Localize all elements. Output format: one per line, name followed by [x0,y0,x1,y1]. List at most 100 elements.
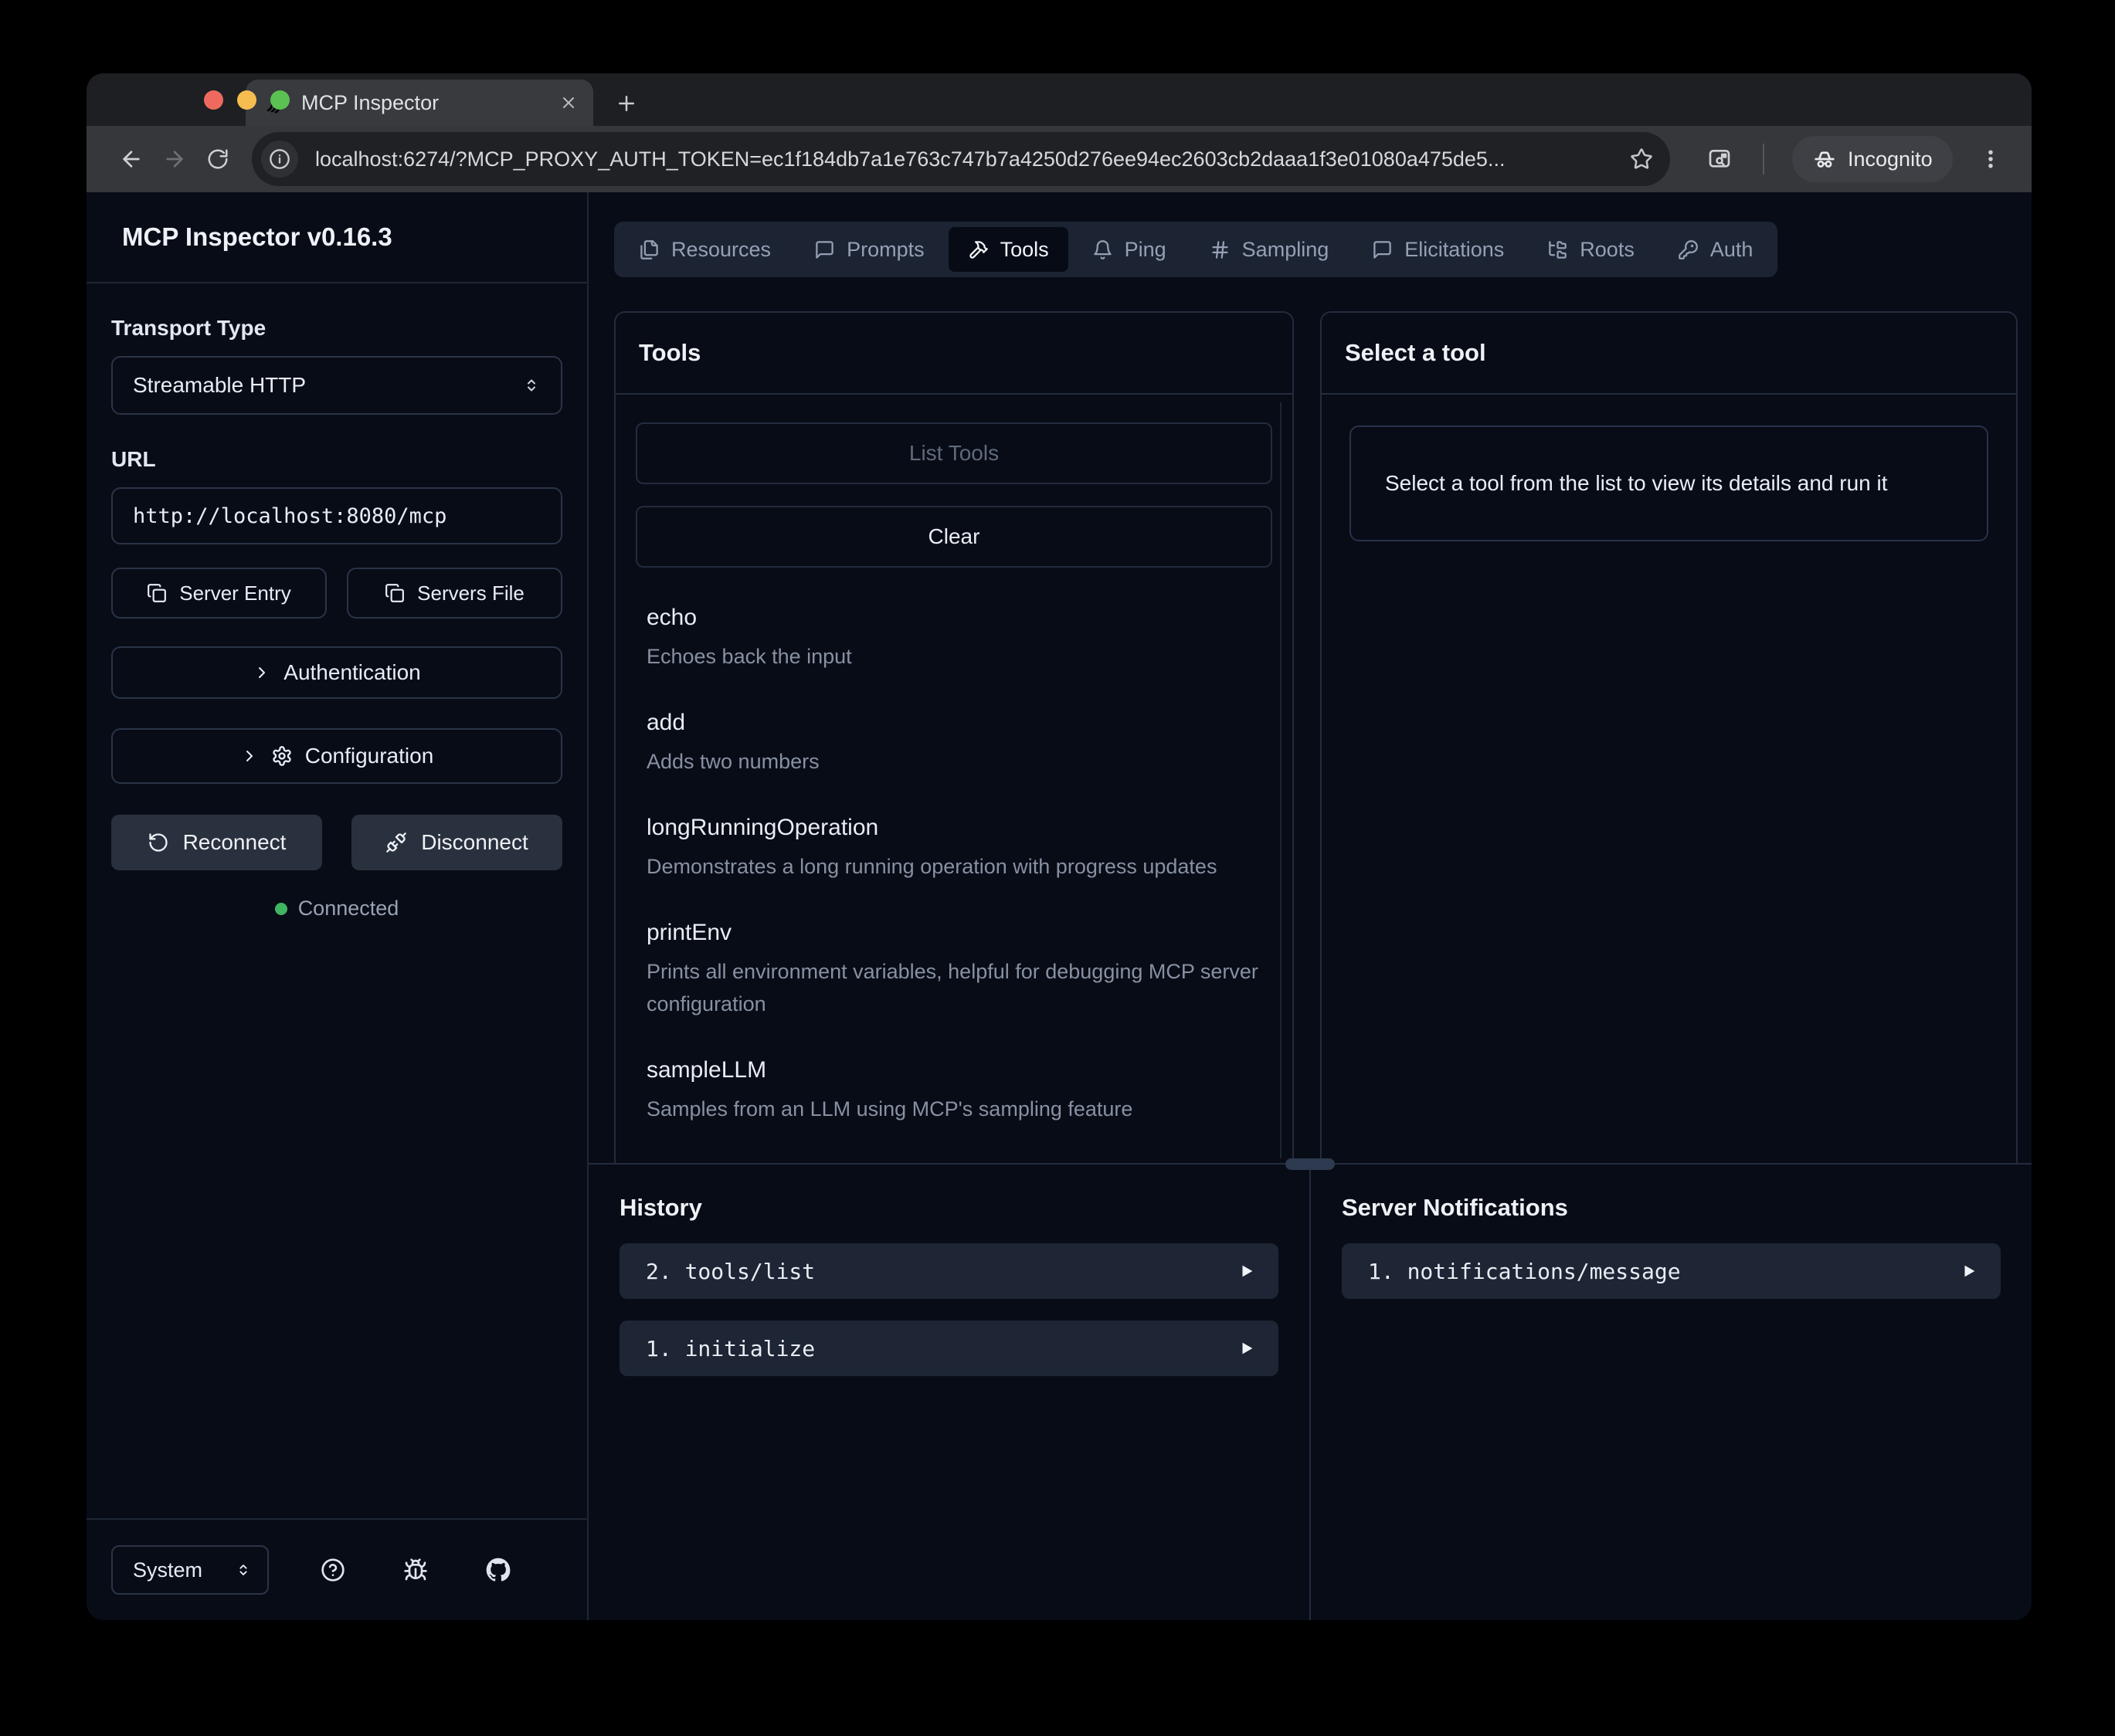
server-notifications-title: Server Notifications [1342,1194,2001,1222]
server-entry-button[interactable]: Server Entry [111,568,327,619]
main-area: Resources Prompts Tools [589,192,2032,1620]
resize-handle[interactable] [1285,1158,1335,1170]
tab-roots[interactable]: Roots [1528,227,1654,272]
history-item[interactable]: 1. initialize [620,1321,1278,1376]
tool-list-item[interactable]: longRunningOperation Demonstrates a long… [636,815,1272,883]
list-tools-button[interactable]: List Tools [636,422,1272,484]
select-tool-header: Select a tool [1322,313,2016,395]
tab-label: Prompts [847,238,925,262]
clear-button[interactable]: Clear [636,506,1272,568]
tools-panel-title: Tools [639,339,701,366]
new-tab-button[interactable] [615,92,638,115]
incognito-icon [1812,147,1837,171]
expand-play-icon[interactable] [1961,1263,1978,1280]
chevron-up-down-icon [522,376,541,395]
help-icon[interactable] [321,1558,345,1582]
key-icon [1678,239,1699,260]
history-panel: History 2. tools/list 1. initialize [589,1165,1309,1620]
forward-button[interactable] [153,137,196,181]
tab-elicitations[interactable]: Elicitations [1353,227,1523,272]
window-controls [204,73,290,126]
connection-status: Connected [111,897,562,921]
side-search-icon[interactable] [1707,147,1732,171]
configuration-label: Configuration [305,744,434,768]
select-tool-panel: Select a tool Select a tool from the lis… [1320,311,2018,1163]
hash-icon [1210,239,1231,260]
expand-play-icon[interactable] [1238,1263,1255,1280]
feature-tabs: Resources Prompts Tools [614,222,1777,277]
authentication-expander[interactable]: Authentication [111,646,562,699]
github-icon[interactable] [486,1558,511,1582]
url-text[interactable]: localhost:6274/?MCP_PROXY_AUTH_TOKEN=ec1… [315,147,1616,171]
close-window-button[interactable] [204,90,223,110]
bottom-section: History 2. tools/list 1. initialize [589,1163,2032,1620]
back-button[interactable] [110,137,153,181]
tool-name: printEnv [647,920,1261,946]
disconnect-button[interactable]: Disconnect [351,815,562,870]
tab-label: Tools [1000,238,1049,262]
tool-description: Demonstrates a long running operation wi… [647,850,1261,883]
tool-list-item[interactable]: add Adds two numbers [636,710,1272,778]
configuration-expander[interactable]: Configuration [111,728,562,784]
hammer-icon [968,239,989,260]
zoom-window-button[interactable] [270,90,290,110]
tool-list-item[interactable]: echo Echoes back the input [636,605,1272,673]
tab-tools[interactable]: Tools [949,227,1068,272]
sidebar-header: MCP Inspector v0.16.3 [87,192,587,283]
tool-list-item[interactable]: sampleLLM Samples from an LLM using MCP'… [636,1057,1272,1125]
tab-ping[interactable]: Ping [1073,227,1186,272]
tool-list-item[interactable]: printEnv Prints all environment variable… [636,920,1272,1020]
reload-button[interactable] [196,137,239,181]
sidebar-body: Transport Type Streamable HTTP URL http:… [87,283,587,1518]
history-item[interactable]: 2. tools/list [620,1243,1278,1299]
tab-sampling[interactable]: Sampling [1190,227,1349,272]
minimize-window-button[interactable] [237,90,256,110]
bug-icon[interactable] [403,1558,428,1582]
site-info-icon[interactable] [261,141,298,178]
message-square-icon [1372,239,1393,260]
copy-icon [147,583,167,603]
tab-label: Roots [1580,238,1635,262]
tab-label: Ping [1125,238,1166,262]
tools-scrollbar[interactable] [1280,402,1282,1158]
message-square-icon [814,239,835,260]
bookmark-star-icon[interactable] [1630,147,1653,171]
address-bar[interactable]: localhost:6274/?MCP_PROXY_AUTH_TOKEN=ec1… [252,132,1670,186]
tool-description: Samples from an LLM using MCP's sampling… [647,1093,1261,1125]
browser-tabstrip: MCP Inspector [87,73,2032,126]
clear-label: Clear [928,524,980,549]
tools-panel-header: Tools [616,313,1292,395]
tool-name: sampleLLM [647,1057,1261,1083]
incognito-badge: Incognito [1792,136,1953,182]
history-title: History [620,1194,1278,1222]
expand-play-icon[interactable] [1238,1340,1255,1357]
theme-select[interactable]: System [111,1545,269,1595]
chevron-up-down-icon [235,1561,252,1578]
tool-description: Echoes back the input [647,640,1261,673]
tool-name: add [647,710,1261,736]
tools-panel-body: List Tools Clear echo Echoes back the in… [616,395,1292,1163]
list-tools-label: List Tools [909,441,999,466]
transport-type-select[interactable]: Streamable HTTP [111,356,562,415]
browser-tab[interactable]: MCP Inspector [246,80,593,126]
app-title: MCP Inspector v0.16.3 [122,222,392,252]
status-dot [275,903,287,915]
tab-auth[interactable]: Auth [1658,227,1773,272]
folder-tree-icon [1547,239,1568,260]
unplug-icon [385,832,407,853]
transport-type-label: Transport Type [111,316,562,341]
browser-menu-icon[interactable] [1979,147,2002,171]
tab-resources[interactable]: Resources [620,227,790,272]
authentication-label: Authentication [283,660,420,685]
reconnect-button[interactable]: Reconnect [111,815,322,870]
tab-prompts[interactable]: Prompts [795,227,944,272]
notification-item[interactable]: 1. notifications/message [1342,1243,2001,1299]
sidebar-footer: System [87,1518,587,1620]
server-url-value: http://localhost:8080/mcp [133,504,446,528]
transport-type-value: Streamable HTTP [133,373,522,398]
history-item-label: 2. tools/list [646,1259,815,1284]
incognito-label: Incognito [1848,147,1933,171]
tab-close-icon[interactable] [559,93,578,112]
servers-file-button[interactable]: Servers File [347,568,562,619]
server-url-input[interactable]: http://localhost:8080/mcp [111,487,562,544]
